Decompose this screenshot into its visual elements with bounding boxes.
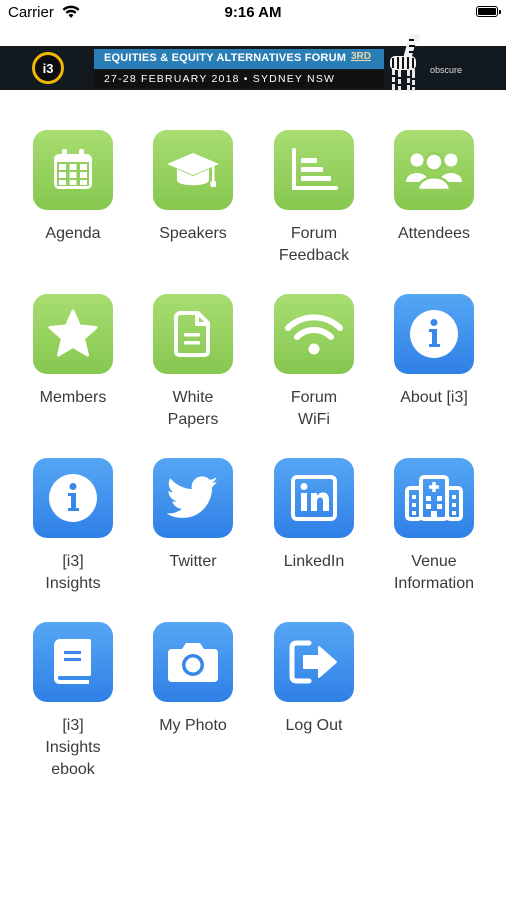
- battery-icon: [476, 6, 501, 17]
- tile-label: Forum Feedback: [278, 225, 350, 264]
- logout-icon: [289, 640, 337, 684]
- tile-label: About [i3]: [400, 389, 468, 406]
- calendar-icon: [54, 149, 92, 189]
- tile-members-button[interactable]: [33, 294, 113, 374]
- tile-label: LinkedIn: [283, 553, 345, 570]
- tile-linkedin-button[interactable]: [274, 458, 354, 538]
- i3-logo: i3: [32, 52, 64, 84]
- bar-chart-icon: [292, 148, 338, 190]
- tile-forum-feedback[interactable]: Forum Feedback: [264, 130, 364, 267]
- people-icon: [406, 152, 462, 192]
- banner-date: 27-28 FEBRUARY 2018 • SYDNEY NSW: [104, 73, 336, 85]
- tile-label: Venue Information: [393, 553, 475, 592]
- tile-agenda[interactable]: Agenda: [23, 130, 123, 245]
- tile-about-i3-button[interactable]: [394, 294, 474, 374]
- tile-label: Twitter: [169, 553, 217, 570]
- tile-about-i3[interactable]: About [i3]: [384, 294, 484, 409]
- document-icon: [174, 311, 210, 357]
- tile-label: [i3] Insights: [45, 553, 101, 592]
- book-icon: [54, 639, 91, 684]
- tile-label: [i3] Insights ebook: [45, 717, 101, 778]
- zebra-icon: [390, 34, 420, 91]
- tile-members[interactable]: Members: [23, 294, 123, 409]
- banner-badge: 3RD: [351, 51, 372, 62]
- tile-forum-wifi[interactable]: Forum WiFi: [264, 294, 364, 431]
- info-icon: [49, 474, 97, 522]
- banner-sponsor: obscure: [430, 65, 463, 75]
- tile-forum-feedback-button[interactable]: [274, 130, 354, 210]
- tile-label: Log Out: [285, 717, 343, 734]
- status-bar: Carrier 9:16 AM: [0, 0, 506, 26]
- tile-i3-insights-ebook-button[interactable]: [33, 622, 113, 702]
- tile-label: Members: [39, 389, 107, 406]
- tile-white-papers[interactable]: White Papers: [143, 294, 243, 431]
- twitter-icon: [167, 476, 218, 518]
- tile-forum-wifi-button[interactable]: [274, 294, 354, 374]
- banner-title: EQUITIES & EQUITY ALTERNATIVES FORUM: [104, 52, 347, 64]
- tile-my-photo-button[interactable]: [153, 622, 233, 702]
- info-icon: [410, 310, 458, 358]
- tile-label: White Papers: [167, 389, 219, 428]
- tile-speakers-button[interactable]: [153, 130, 233, 210]
- tile-label: My Photo: [159, 717, 227, 734]
- tile-twitter[interactable]: Twitter: [143, 458, 243, 573]
- tile-i3-insights-button[interactable]: [33, 458, 113, 538]
- tile-venue-information-button[interactable]: [394, 458, 474, 538]
- hospital-icon: [405, 475, 463, 521]
- linkedin-icon: [291, 475, 337, 521]
- tile-label: Speakers: [159, 225, 227, 242]
- wifi-icon: [285, 314, 343, 355]
- tile-attendees-button[interactable]: [394, 130, 474, 210]
- tile-i3-insights[interactable]: [i3] Insights: [23, 458, 123, 595]
- clock: 9:16 AM: [224, 4, 282, 21]
- tile-speakers[interactable]: Speakers: [143, 130, 243, 245]
- tile-linkedin[interactable]: LinkedIn: [264, 458, 364, 573]
- tile-i3-insights-ebook[interactable]: [i3] Insights ebook: [23, 622, 123, 781]
- tile-venue-information[interactable]: Venue Information: [384, 458, 484, 595]
- tile-attendees[interactable]: Attendees: [384, 130, 484, 245]
- tile-label: Attendees: [397, 225, 471, 242]
- tile-label: Forum WiFi: [290, 389, 338, 428]
- camera-icon: [168, 643, 218, 682]
- tile-log-out[interactable]: Log Out: [264, 622, 364, 737]
- star-icon: [48, 309, 98, 357]
- graduation-cap-icon: [167, 153, 219, 187]
- tile-twitter-button[interactable]: [153, 458, 233, 538]
- tile-my-photo[interactable]: My Photo: [143, 622, 243, 737]
- tile-log-out-button[interactable]: [274, 622, 354, 702]
- tile-white-papers-button[interactable]: [153, 294, 233, 374]
- tile-label: Agenda: [45, 225, 101, 242]
- tile-agenda-button[interactable]: [33, 130, 113, 210]
